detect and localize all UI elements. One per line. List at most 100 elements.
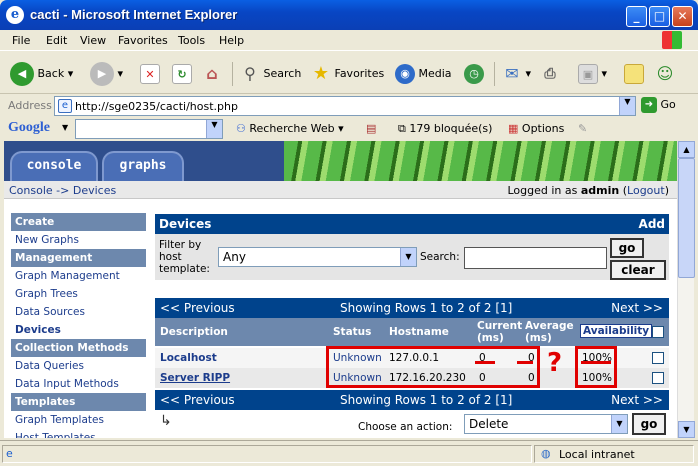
sidebar-item-graph-management[interactable]: Graph Management [11, 267, 146, 285]
action-go-button[interactable]: go [632, 413, 666, 435]
vertical-scrollbar[interactable]: ▲ ▼ [677, 141, 695, 438]
banner-cactus-image [284, 141, 677, 181]
col-hostname[interactable]: Hostname [389, 326, 449, 338]
tab-console[interactable]: console [10, 151, 98, 181]
sidebar-item-data-input-methods[interactable]: Data Input Methods [11, 375, 146, 393]
sidebar-item-new-graphs[interactable]: New Graphs [11, 231, 146, 249]
logged-in-label: Logged in as [507, 184, 578, 197]
google-search-input[interactable]: ▼ [75, 119, 223, 139]
chevron-down-icon[interactable]: ▼ [611, 415, 627, 433]
menu-favorites[interactable]: Favorites [118, 34, 168, 47]
row-checkbox[interactable] [652, 352, 664, 364]
chevron-down-icon[interactable]: ▼ [400, 248, 416, 266]
scroll-down-icon[interactable]: ▼ [678, 421, 695, 438]
sidebar-item-devices[interactable]: Devices [11, 321, 146, 339]
toolbar-separator [232, 62, 233, 86]
menu-view[interactable]: View [80, 34, 106, 47]
popup-blocker-button[interactable]: ⧉ 179 bloquée(s) [398, 122, 492, 136]
address-input[interactable]: e http://sge0235/cacti/host.php ▼ [54, 96, 636, 116]
previous-link[interactable]: << Previous [160, 390, 235, 410]
host-template-select[interactable]: Any ▼ [218, 247, 417, 267]
refresh-button[interactable]: ↻ [172, 60, 192, 88]
sidebar-item-host-templates[interactable]: Host Templates [11, 429, 146, 438]
chevron-down-icon[interactable]: ▼ [619, 97, 635, 115]
forward-button[interactable]: ▶ ▾ [90, 60, 123, 88]
clear-button[interactable]: clear [610, 260, 666, 280]
menu-edit[interactable]: Edit [46, 34, 67, 47]
tab-graphs[interactable]: graphs [102, 151, 184, 181]
highlight-icon[interactable]: ✎ [578, 122, 587, 135]
go-button[interactable]: go [610, 238, 644, 258]
options-button[interactable]: ▦ Options [508, 122, 564, 135]
mail-button[interactable]: ✉ ▾ [502, 60, 531, 88]
next-link[interactable]: Next >> [611, 298, 663, 318]
sidebar-item-graph-trees[interactable]: Graph Trees [11, 285, 146, 303]
chevron-down-icon[interactable]: ▼ [206, 120, 222, 138]
search-icon: ⚲ [244, 64, 256, 83]
menu-file[interactable]: File [12, 34, 30, 47]
discuss-button[interactable] [624, 60, 644, 88]
blocked-count: 179 bloquée(s) [409, 122, 493, 135]
scroll-thumb[interactable] [678, 158, 695, 278]
sidebar: Create New Graphs Management Graph Manag… [11, 213, 146, 438]
sidebar-item-data-queries[interactable]: Data Queries [11, 357, 146, 375]
back-arrow-icon: ◀ [10, 62, 34, 86]
col-average[interactable]: Average (ms) [525, 320, 577, 344]
col-availability[interactable]: Availability [580, 324, 653, 338]
sidebar-header-templates: Templates [11, 393, 146, 411]
back-button[interactable]: ◀ Back ▾ [10, 60, 73, 88]
sidebar-item-graph-templates[interactable]: Graph Templates [11, 411, 146, 429]
go-button[interactable]: ➜ Go [641, 97, 676, 113]
edit-button[interactable]: ▣ ▾ [578, 60, 607, 88]
star-icon: ★ [312, 63, 330, 84]
logout-link[interactable]: Logout [627, 184, 665, 197]
page-icon: e [6, 447, 13, 460]
search-input[interactable] [464, 247, 607, 269]
device-description[interactable]: Localhost [160, 348, 217, 368]
toolbar: ◀ Back ▾ ▶ ▾ ✕ ↻ ⌂ ⚲ Search ★ Favorites … [0, 52, 698, 94]
go-arrow-icon: ➜ [641, 97, 657, 113]
action-label: Choose an action: [358, 421, 453, 433]
messenger-button[interactable]: ☺ [655, 60, 675, 88]
breadcrumb[interactable]: Console -> Devices [9, 184, 116, 197]
row-checkbox[interactable] [652, 372, 664, 384]
select-all-checkbox[interactable] [652, 326, 664, 338]
username: admin [580, 184, 620, 197]
google-toolbar: Google ▼ ▼ ⚇ Recherche Web ▾ ▤ ⧉ 179 blo… [0, 118, 698, 140]
chevron-down-icon[interactable]: ▼ [62, 123, 68, 132]
sidebar-header-create: Create [11, 213, 146, 231]
windows-flag-icon [662, 31, 682, 49]
device-description[interactable]: Server RIPP [160, 368, 230, 388]
pagerank-icon[interactable]: ▤ [366, 122, 376, 135]
col-status[interactable]: Status [333, 326, 371, 338]
media-button[interactable]: ◉ Media [395, 60, 452, 88]
stop-button[interactable]: ✕ [140, 60, 160, 88]
previous-link[interactable]: << Previous [160, 298, 235, 318]
favorites-button[interactable]: ★ Favorites [311, 60, 384, 88]
stop-icon: ✕ [140, 64, 160, 84]
printer-icon: ⎙ [544, 66, 556, 82]
next-link[interactable]: Next >> [611, 390, 663, 410]
annotation-question-mark: ? [547, 348, 563, 378]
close-button[interactable]: ✕ [672, 6, 693, 27]
history-button[interactable]: ◷ [464, 60, 484, 88]
media-icon: ◉ [395, 64, 415, 84]
home-button[interactable]: ⌂ [202, 60, 222, 88]
cacti-banner: console graphs [4, 141, 677, 181]
col-description[interactable]: Description [160, 326, 228, 338]
google-logo[interactable]: Google [8, 120, 50, 136]
minimize-button[interactable]: _ [626, 6, 647, 27]
print-button[interactable]: ⎙ [540, 60, 560, 88]
pager-bottom: << Previous Showing Rows 1 to 2 of 2 [1]… [155, 390, 669, 410]
menu-help[interactable]: Help [219, 34, 244, 47]
action-select[interactable]: Delete ▼ [464, 414, 628, 434]
add-device-link[interactable]: Add [639, 217, 665, 231]
menu-tools[interactable]: Tools [178, 34, 205, 47]
web-search-button[interactable]: ⚇ Recherche Web ▾ [236, 122, 344, 135]
maximize-button[interactable]: □ [649, 6, 670, 27]
toolbar-separator [494, 62, 495, 86]
scroll-up-icon[interactable]: ▲ [678, 141, 695, 158]
sidebar-item-data-sources[interactable]: Data Sources [11, 303, 146, 321]
search-button[interactable]: ⚲ Search [240, 60, 301, 88]
col-current[interactable]: Current (ms) [477, 320, 525, 344]
